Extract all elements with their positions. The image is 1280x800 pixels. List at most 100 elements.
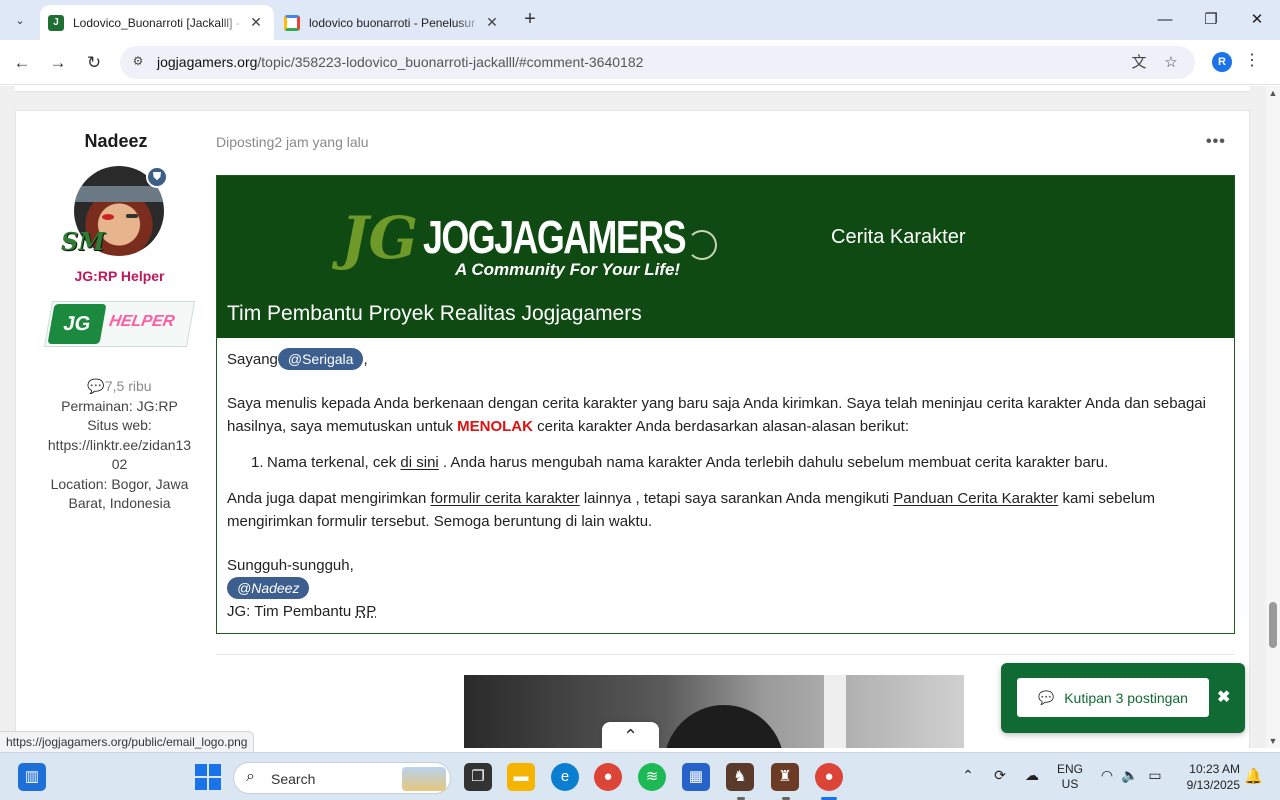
tab-google-search[interactable]: lodovico buonarroti - Penelusur ✕ bbox=[276, 5, 510, 40]
signature: JG: Tim Pembantu RP bbox=[227, 603, 377, 620]
helper-badge-image: JG HELPER bbox=[43, 301, 196, 347]
start-button[interactable] bbox=[194, 763, 222, 791]
chrome-icon[interactable]: ● bbox=[594, 763, 622, 791]
back-button[interactable]: ← bbox=[8, 49, 36, 77]
post-meta: Diposting2 jam yang lalu bbox=[216, 134, 369, 150]
reject-word: MENOLAK bbox=[457, 418, 533, 435]
browser-toolbar: ← → ↻ ⚙ jogjagamers.org/topic/358223-lod… bbox=[0, 40, 1280, 85]
multiquote-panel: 💬 Kutipan 3 postingan ✖ bbox=[1001, 663, 1245, 733]
tab-jogjagamers[interactable]: J Lodovico_Buonarroti [Jackalll] - ✕ bbox=[40, 5, 274, 40]
link-di-sini[interactable]: di sini bbox=[400, 454, 438, 471]
clock[interactable]: 10:23 AM 9/13/2025 bbox=[1170, 761, 1240, 793]
website-value-cont[interactable]: 02 bbox=[16, 455, 223, 475]
location-field: Location: Bogor, Jawa bbox=[50, 475, 189, 492]
mention-nadeez[interactable]: @Nadeez bbox=[227, 577, 310, 599]
website-label: Situs web: bbox=[87, 417, 152, 433]
scroll-thumb[interactable] bbox=[1269, 602, 1277, 648]
page-scrollbar[interactable]: ▲ ▼ bbox=[1266, 86, 1280, 748]
jg-logo-icon: JG bbox=[47, 304, 107, 344]
file-explorer-icon[interactable]: ▬ bbox=[507, 763, 535, 791]
author-name[interactable]: Nadeez bbox=[16, 131, 216, 152]
task-view-icon[interactable]: ❐ bbox=[464, 763, 492, 791]
page-viewport: Nadeez ⛊ SM JG:RP Helper JG HELPER 💬7,5 … bbox=[0, 86, 1266, 748]
battery-icon[interactable]: ▭ bbox=[1145, 767, 1165, 784]
tab-close-icon[interactable]: ✕ bbox=[482, 14, 502, 31]
browser-menu-icon[interactable]: ⋮ bbox=[1244, 50, 1260, 70]
onedrive-icon[interactable]: ☁ bbox=[1022, 767, 1042, 784]
divider bbox=[216, 654, 1235, 655]
close-window-button[interactable]: ✕ bbox=[1234, 6, 1280, 34]
quote-posts-button[interactable]: 💬 Kutipan 3 postingan bbox=[1017, 678, 1209, 717]
link-character-guide[interactable]: Panduan Cerita Karakter bbox=[893, 490, 1058, 507]
email-content: JG JOGJAGAMERS A Community For Your Life… bbox=[216, 175, 1235, 634]
scroll-up-arrow-icon[interactable]: ▲ bbox=[1268, 88, 1278, 98]
game-app-2-icon[interactable]: ♜ bbox=[771, 763, 799, 791]
store-icon[interactable]: ▦ bbox=[682, 763, 710, 791]
greeting: Sayang @Serigala, bbox=[227, 348, 368, 371]
tab-search-button[interactable]: ⌄ bbox=[6, 6, 34, 34]
tab-close-icon[interactable]: ✕ bbox=[246, 14, 266, 31]
comments-icon: 💬 bbox=[1038, 689, 1055, 705]
edge-icon[interactable]: e bbox=[551, 763, 579, 791]
status-bar-url: https://jogjagamers.org/public/email_log… bbox=[0, 731, 255, 753]
taskbar-search[interactable]: ⌕ Search bbox=[233, 762, 451, 794]
jogjagamers-logo: JG JOGJAGAMERS A Community For Your Life… bbox=[335, 202, 717, 284]
jogjagamers-favicon-icon: J bbox=[48, 14, 64, 31]
chrome-profile-icon[interactable]: ● bbox=[815, 763, 843, 791]
rank-badge: SM bbox=[61, 227, 105, 256]
post-count: 💬7,5 ribu bbox=[87, 378, 152, 394]
location-field-cont: Barat, Indonesia bbox=[68, 495, 171, 511]
address-bar[interactable]: ⚙ jogjagamers.org/topic/358223-lodovico_… bbox=[120, 46, 1195, 79]
forward-button[interactable]: → bbox=[44, 49, 72, 77]
game-field: Permainan: JG:RP bbox=[61, 397, 178, 414]
forum-post: Nadeez ⛊ SM JG:RP Helper JG HELPER 💬7,5 … bbox=[15, 110, 1250, 748]
post-image[interactable] bbox=[464, 675, 964, 748]
paragraph-decision: Saya menulis kepada Anda berkenaan denga… bbox=[227, 395, 1206, 435]
volume-icon[interactable]: 🔈 bbox=[1120, 767, 1140, 784]
helper-badge-text: HELPER bbox=[107, 313, 176, 330]
game-app-icon[interactable]: ♞ bbox=[726, 763, 754, 791]
paragraph-resubmit: Anda juga dapat mengirimkan formulir cer… bbox=[227, 490, 1156, 530]
taskbar: ▥ ⌕ Search ❐ ▬ e ● ≋ ▦ ♞ ♜ ● ⌃ ⟳ ☁ ENG US… bbox=[0, 752, 1280, 800]
profile-avatar[interactable]: R bbox=[1212, 52, 1232, 72]
header-category: Cerita Karakter bbox=[831, 226, 966, 248]
minimize-button[interactable]: — bbox=[1142, 6, 1188, 34]
language-indicator[interactable]: ENG US bbox=[1055, 762, 1085, 792]
tab-strip: ⌄ J Lodovico_Buonarroti [Jackalll] - ✕ l… bbox=[0, 0, 1280, 40]
closing: Sungguh-sungguh, bbox=[227, 557, 354, 574]
wifi-icon[interactable]: ◠ bbox=[1097, 767, 1117, 784]
sync-icon[interactable]: ⟳ bbox=[990, 767, 1010, 784]
notification-bell-icon[interactable]: 🔔 bbox=[1244, 767, 1263, 785]
post-options-icon[interactable]: ••• bbox=[1206, 133, 1226, 151]
comment-icon: 💬 bbox=[87, 378, 105, 394]
reload-button[interactable]: ↻ bbox=[80, 49, 108, 77]
google-favicon-icon bbox=[284, 14, 300, 31]
restore-button[interactable]: ❐ bbox=[1188, 6, 1234, 34]
group-title: JG:RP Helper bbox=[74, 268, 165, 284]
shield-icon: ⛊ bbox=[146, 166, 168, 188]
search-highlight-image bbox=[402, 767, 446, 791]
search-icon: ⌕ bbox=[246, 768, 255, 785]
tab-title: lodovico buonarroti - Penelusur bbox=[309, 15, 476, 30]
scroll-down-arrow-icon[interactable]: ▼ bbox=[1268, 736, 1278, 746]
scroll-to-top-button[interactable]: ⌃ bbox=[602, 722, 659, 750]
site-info-icon[interactable]: ⚙ bbox=[130, 54, 146, 70]
mention-serigala[interactable]: @Serigala bbox=[277, 348, 364, 370]
translate-icon[interactable]: 文 bbox=[1128, 52, 1150, 74]
url-text[interactable]: jogjagamers.org/topic/358223-lodovico_bu… bbox=[157, 54, 643, 70]
link-character-form[interactable]: formulir cerita karakter bbox=[430, 490, 579, 507]
reason-list-item: 1. Nama terkenal, cek di sini . Anda haru… bbox=[251, 454, 1109, 471]
email-title: Tim Pembantu Proyek Realitas Jogjagamers bbox=[227, 302, 642, 325]
close-icon[interactable]: ✖ bbox=[1217, 687, 1230, 707]
tab-title: Lodovico_Buonarroti [Jackalll] - bbox=[73, 15, 240, 30]
spotify-icon[interactable]: ≋ bbox=[638, 763, 666, 791]
chevron-up-icon[interactable]: ⌃ bbox=[958, 767, 978, 784]
author-stats: 💬7,5 ribu Permainan: JG:RP Situs web: ht… bbox=[16, 377, 223, 514]
post-time[interactable]: 2 jam yang lalu bbox=[274, 134, 368, 150]
widgets-icon[interactable]: ▥ bbox=[18, 763, 46, 791]
bookmark-star-icon[interactable]: ☆ bbox=[1160, 52, 1182, 74]
email-header: JG JOGJAGAMERS A Community For Your Life… bbox=[217, 176, 1234, 338]
website-value[interactable]: https://linktr.ee/zidan13 bbox=[16, 436, 223, 456]
previous-post-edge bbox=[15, 86, 1250, 92]
new-tab-button[interactable]: + bbox=[518, 8, 542, 32]
